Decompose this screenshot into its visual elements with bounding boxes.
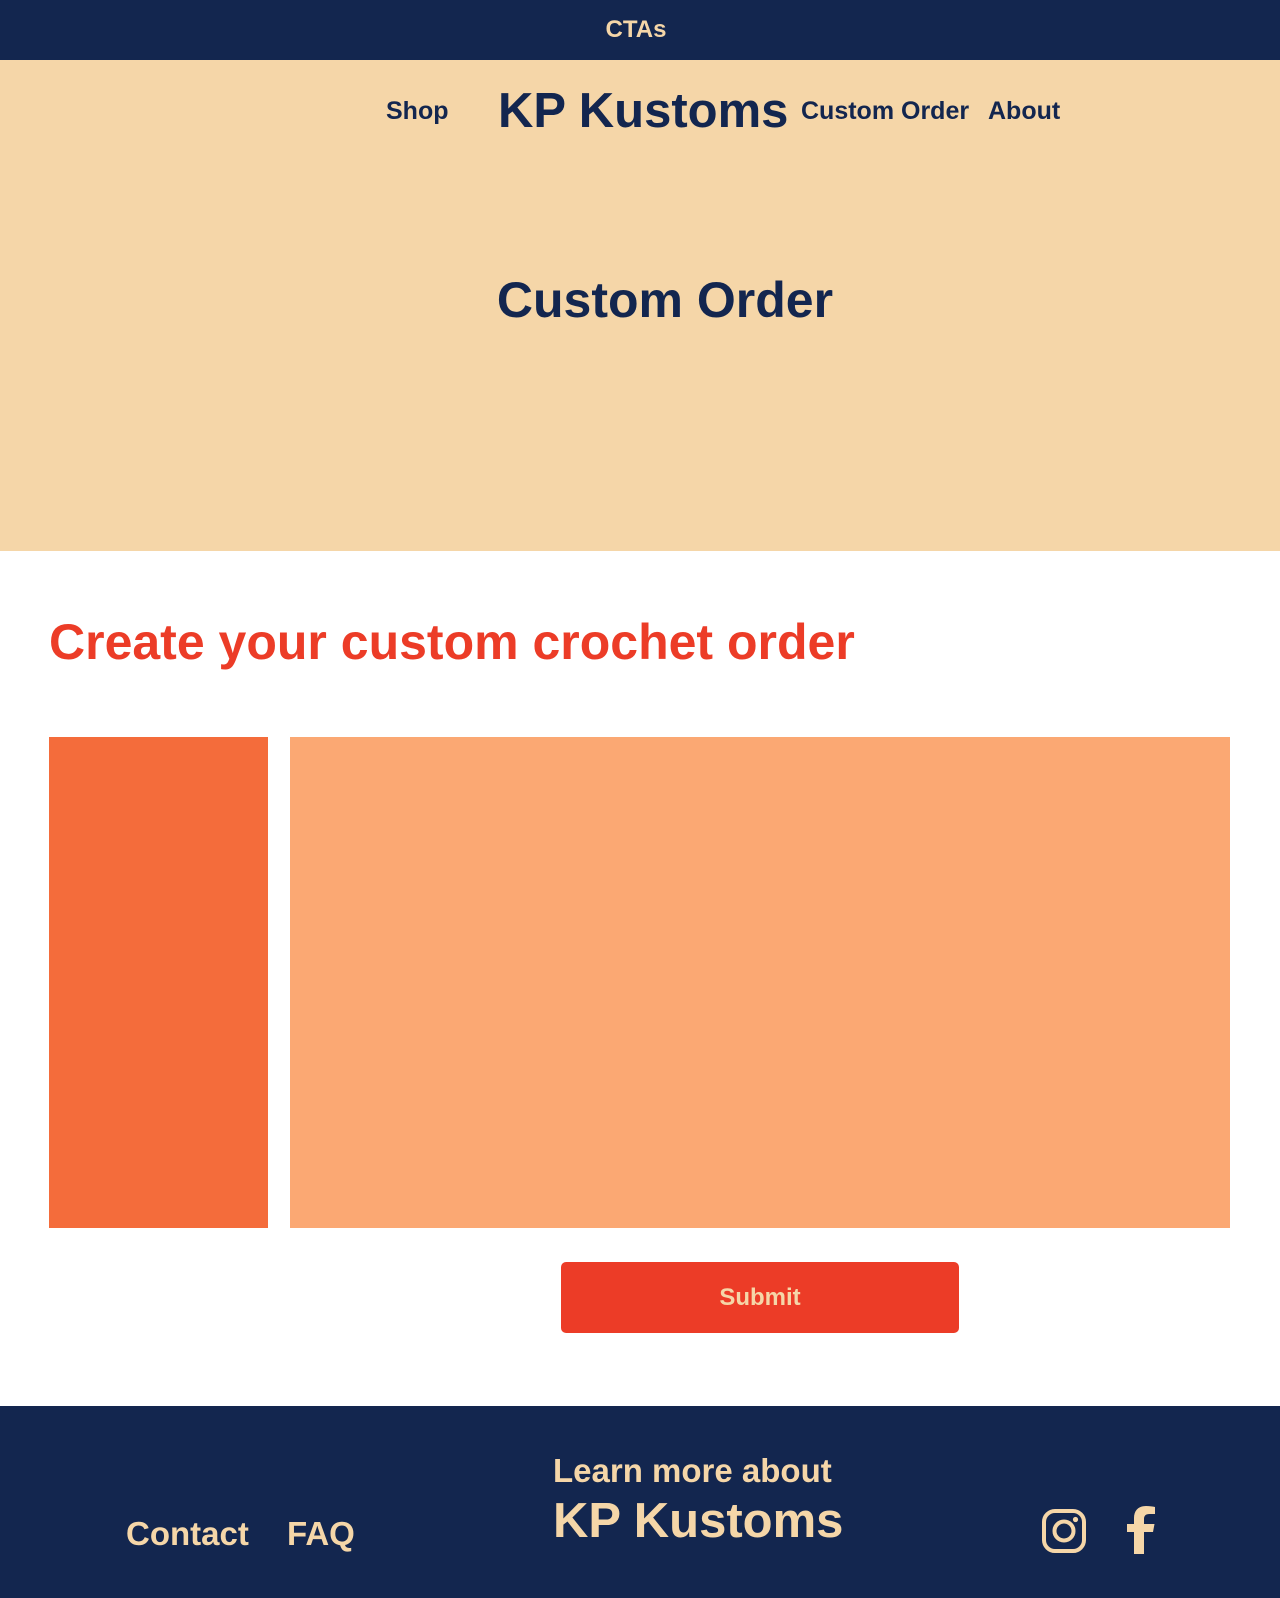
footer-brand[interactable]: KP Kustoms	[553, 1497, 843, 1546]
order-heading: Create your custom crochet order	[49, 614, 855, 670]
nav-about-link[interactable]: About	[988, 99, 1060, 124]
hero-section: Shop KP Kustoms Custom Order About Custo…	[0, 60, 1280, 551]
footer-contact-link[interactable]: Contact	[126, 1517, 249, 1550]
facebook-icon[interactable]	[1124, 1506, 1158, 1554]
footer-tagline: Learn more about	[553, 1452, 832, 1489]
nav-shop-link[interactable]: Shop	[386, 99, 449, 124]
order-details-panel[interactable]	[290, 737, 1230, 1228]
instagram-icon[interactable]	[1041, 1508, 1087, 1554]
cta-bar: CTAs	[0, 0, 1280, 60]
submit-button[interactable]: Submit	[561, 1262, 959, 1333]
brand-logo[interactable]: KP Kustoms	[498, 87, 788, 136]
cta-bar-text: CTAs	[605, 16, 667, 43]
order-options-panel[interactable]	[49, 737, 268, 1228]
footer-faq-link[interactable]: FAQ	[287, 1517, 355, 1550]
nav-custom-order-link[interactable]: Custom Order	[801, 99, 969, 124]
page-title: Custom Order	[496, 272, 834, 328]
footer: Contact FAQ Learn more about KP Kustoms	[0, 1406, 1280, 1598]
